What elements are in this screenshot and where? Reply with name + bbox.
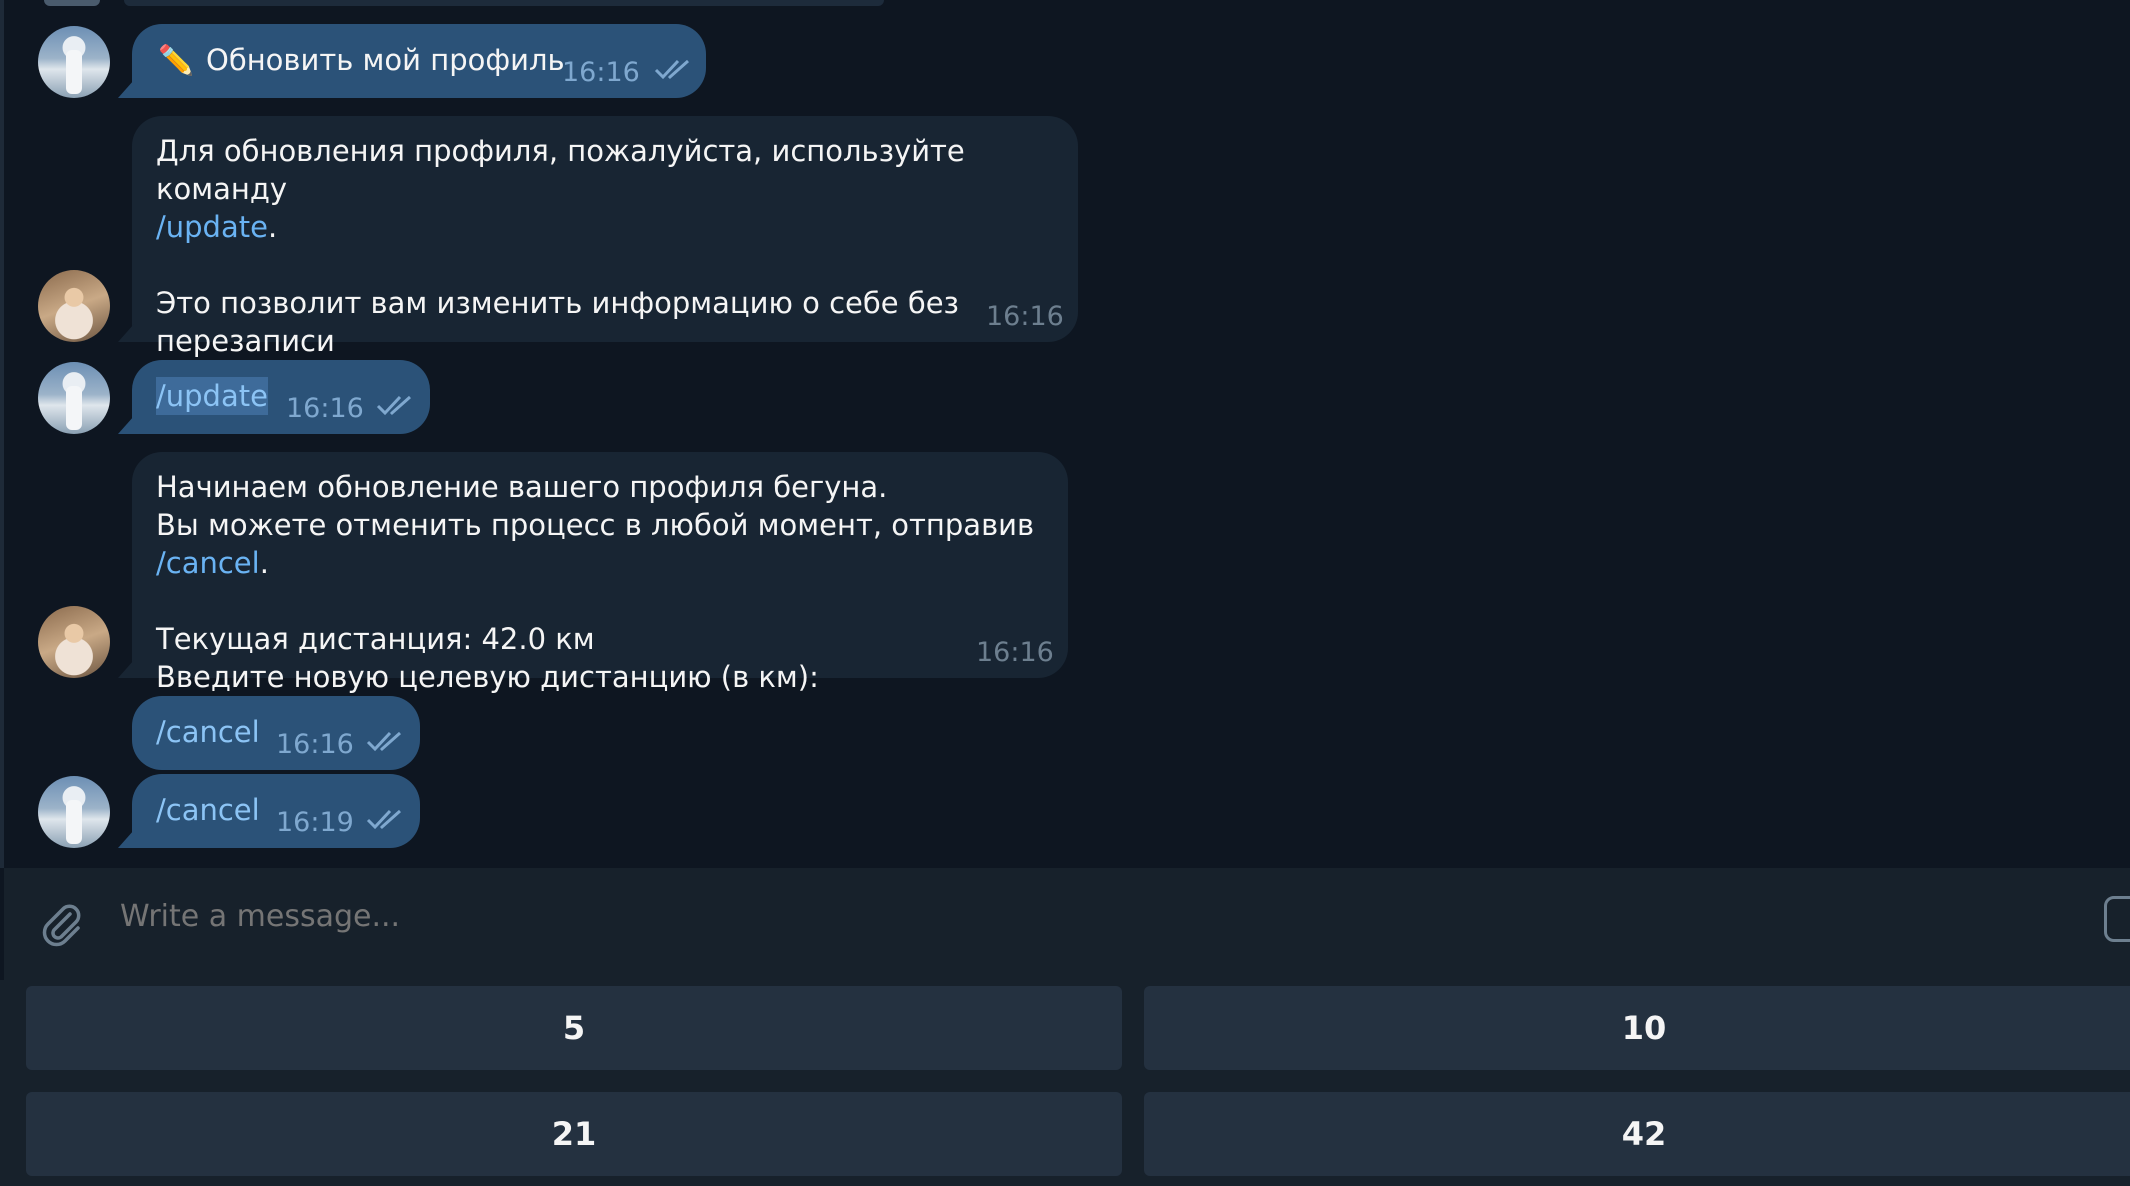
avatar bbox=[44, 0, 100, 6]
avatar-bot[interactable] bbox=[38, 606, 110, 678]
double-check-icon bbox=[366, 809, 401, 830]
message-segment: Вы можете отменить процесс в любой момен… bbox=[156, 508, 1035, 542]
avatar-bot[interactable] bbox=[38, 270, 110, 342]
message-time: 16:16 bbox=[562, 57, 640, 88]
keyboard-button-42[interactable]: 42 bbox=[1144, 1092, 2130, 1176]
message-bubble-incoming[interactable]: Для обновления профиля, пожалуйста, испо… bbox=[132, 116, 1078, 396]
message-time: 16:16 bbox=[276, 729, 354, 760]
avatar-user[interactable] bbox=[38, 26, 110, 98]
message-line: Введите новую целевую дистанцию (в км): bbox=[156, 660, 819, 694]
message-text: Обновить мой профиль bbox=[206, 43, 565, 77]
avatar-user[interactable] bbox=[38, 776, 110, 848]
message-bubble-outgoing[interactable]: ✏️ Обновить мой профиль 16:16 bbox=[132, 24, 706, 98]
double-check-icon bbox=[654, 59, 689, 80]
pencil-icon: ✏️ bbox=[158, 43, 195, 77]
command-link-cancel[interactable]: /cancel bbox=[156, 791, 260, 829]
message-text: Начинаем обновление вашего профиля бегун… bbox=[156, 468, 1068, 696]
message-line: /update. bbox=[156, 208, 1078, 246]
punctuation: . bbox=[267, 210, 278, 244]
message-text: Для обновления профиля, пожалуйста, испо… bbox=[156, 132, 1078, 398]
keyboard-button-21[interactable]: 21 bbox=[26, 1092, 1122, 1176]
punctuation: . bbox=[259, 546, 269, 580]
message-time: 16:16 bbox=[286, 393, 364, 424]
message-bubble-outgoing[interactable]: /cancel 16:19 bbox=[132, 774, 420, 848]
double-check-icon bbox=[376, 395, 411, 416]
keyboard-button-10[interactable]: 10 bbox=[1144, 986, 2130, 1070]
reply-keyboard: 5 10 21 42 bbox=[0, 980, 2130, 1186]
message-bubble-partial bbox=[124, 0, 884, 6]
message-time: 16:16 bbox=[986, 301, 1064, 332]
message-bubble-incoming[interactable]: Начинаем обновление вашего профиля бегун… bbox=[132, 452, 1068, 694]
message-time: 16:16 bbox=[976, 637, 1054, 668]
message-bubble-outgoing[interactable]: /cancel 16:16 bbox=[132, 696, 420, 770]
avatar-user[interactable] bbox=[38, 362, 110, 434]
double-check-icon bbox=[366, 731, 401, 752]
keyboard-button-5[interactable]: 5 bbox=[26, 986, 1122, 1070]
command-link-cancel[interactable]: /cancel bbox=[156, 546, 260, 580]
paperclip-icon[interactable] bbox=[38, 900, 86, 948]
message-input[interactable] bbox=[118, 898, 2022, 935]
chat-history[interactable]: ✏️ Обновить мой профиль 16:16 Для обновл… bbox=[0, 0, 2130, 868]
command-link-update[interactable]: /update bbox=[156, 377, 268, 415]
message-time: 16:19 bbox=[276, 807, 354, 838]
message-composer bbox=[4, 868, 2130, 980]
command-link-update[interactable]: /update bbox=[156, 210, 268, 244]
message-line: Это позволит вам изменить информацию о с… bbox=[156, 286, 959, 358]
message-line: Начинаем обновление вашего профиля бегун… bbox=[156, 470, 888, 504]
message-bubble-outgoing[interactable]: /update 16:16 bbox=[132, 360, 430, 434]
emoji-icon[interactable] bbox=[2104, 896, 2130, 942]
message-line: Для обновления профиля, пожалуйста, испо… bbox=[156, 134, 965, 206]
message-line: Вы можете отменить процесс в любой момен… bbox=[156, 506, 1068, 582]
command-link-cancel[interactable]: /cancel bbox=[156, 713, 260, 751]
message-line: Текущая дистанция: 42.0 км bbox=[156, 622, 595, 656]
